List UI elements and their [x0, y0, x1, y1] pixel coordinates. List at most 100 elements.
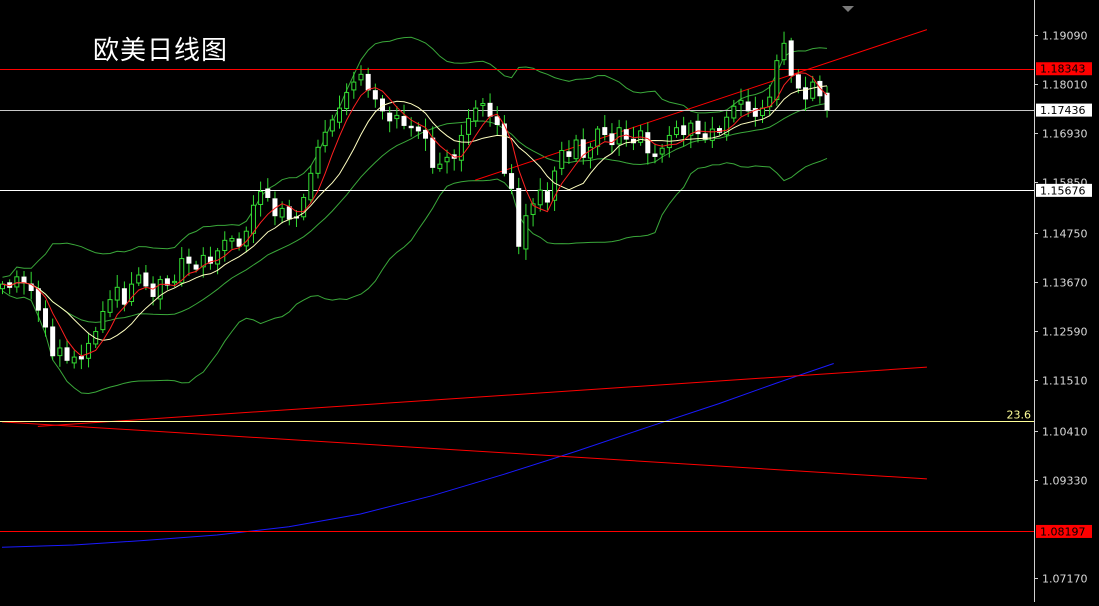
candle-body — [329, 119, 335, 132]
candle-body — [243, 230, 249, 247]
y-tick-label: 1.12590 — [1042, 326, 1088, 339]
candle-body — [344, 92, 350, 109]
candle-body — [57, 347, 63, 357]
candle-body — [365, 73, 371, 91]
candle-body — [222, 239, 228, 251]
candle-body — [50, 326, 56, 357]
candle-body — [236, 238, 242, 247]
price-tag: 1.08197 — [1036, 524, 1092, 538]
candle-body — [121, 288, 127, 305]
candle-body — [602, 127, 608, 136]
candle-body — [423, 129, 429, 139]
candle-body — [501, 123, 507, 174]
price-tag: 1.15676 — [1036, 183, 1092, 197]
y-tick-label: 1.11510 — [1042, 375, 1088, 388]
candle-body — [437, 163, 443, 170]
candle-body — [308, 172, 314, 201]
candle-body — [516, 188, 522, 247]
candle-body — [788, 40, 794, 76]
candle-body — [623, 129, 629, 140]
candle-body — [774, 60, 780, 101]
candle-body — [21, 276, 27, 284]
candle-body — [286, 206, 292, 220]
candle-body — [559, 150, 565, 169]
y-tick-label: 1.13670 — [1042, 277, 1088, 290]
candle-body — [258, 191, 264, 205]
candle-body — [358, 73, 364, 81]
plot-background — [0, 0, 1099, 602]
candle-body — [566, 151, 572, 157]
candle-body — [401, 116, 407, 126]
candle-body — [408, 125, 414, 129]
price-tag: 1.18343 — [1036, 62, 1092, 76]
y-tick-label: 1.10410 — [1042, 426, 1088, 439]
candle-body — [430, 137, 436, 168]
y-tick-label: 1.09330 — [1042, 475, 1088, 488]
candle-body — [78, 356, 84, 360]
price-chart: 1.190901.180101.169301.158501.147501.136… — [0, 0, 1099, 602]
y-tick-label: 1.07170 — [1042, 573, 1088, 586]
candle-body — [250, 204, 256, 234]
fib-level-label: 23.6 — [1007, 408, 1032, 421]
candle-body — [523, 215, 529, 250]
candle-body — [681, 125, 687, 136]
price-tag-label: 1.17436 — [1040, 104, 1086, 117]
candle-body — [480, 103, 486, 106]
candle-body — [444, 156, 450, 163]
candle-body — [150, 283, 156, 297]
candle-body — [71, 356, 77, 364]
candle-body — [394, 114, 400, 120]
candle-body — [336, 107, 342, 123]
candle-body — [544, 191, 550, 203]
candle-body — [372, 90, 378, 100]
candle-body — [494, 116, 500, 126]
price-tag: 1.17436 — [1036, 103, 1092, 117]
candle-body — [781, 42, 787, 61]
candle-body — [43, 308, 49, 328]
candle-body — [35, 288, 41, 311]
candle-body — [537, 189, 543, 206]
price-tag-label: 1.18343 — [1040, 63, 1086, 76]
candle-body — [795, 74, 801, 89]
candle-body — [509, 173, 515, 189]
candle-body — [473, 107, 479, 122]
candle-body — [64, 347, 70, 361]
candle-body — [709, 128, 715, 141]
chart-root: 1.19090 1.18010 1.16930 1.15850 1.14750 1.136… — [0, 0, 1099, 602]
candle-body — [387, 112, 393, 122]
candle-body — [100, 310, 106, 331]
candle-body — [731, 105, 737, 119]
candle-body — [415, 126, 421, 132]
candle-body — [466, 118, 472, 135]
candle-body — [186, 256, 192, 264]
candle-body — [172, 280, 178, 284]
candle-body — [315, 146, 321, 174]
chart-title: 欧美日线图 — [93, 36, 229, 66]
candle-body — [322, 131, 328, 147]
candle-body — [351, 81, 357, 91]
candle-body — [738, 99, 744, 105]
candle-body — [595, 128, 601, 147]
candle — [516, 177, 522, 255]
candle-body — [279, 207, 285, 218]
y-tick-label: 1.18010 — [1042, 79, 1088, 92]
candle-body — [114, 286, 120, 301]
candle-body — [659, 147, 665, 155]
price-tag-label: 1.08197 — [1040, 525, 1086, 538]
y-tick-label: 1.19090 — [1042, 30, 1088, 43]
candle-body — [265, 188, 271, 198]
candle-body — [652, 153, 658, 157]
candle-body — [193, 264, 199, 270]
candle-body — [14, 276, 20, 288]
price-tag-label: 1.15676 — [1040, 184, 1086, 197]
candle-body — [143, 272, 149, 287]
candle-body — [645, 132, 651, 154]
y-tick-label: 1.14750 — [1042, 228, 1088, 241]
candle-body — [487, 102, 493, 117]
candle-body — [136, 274, 142, 284]
candle-body — [745, 101, 751, 112]
candle-body — [673, 127, 679, 136]
candle-body — [107, 299, 113, 313]
candle-body — [824, 92, 830, 111]
candle-body — [229, 238, 235, 242]
